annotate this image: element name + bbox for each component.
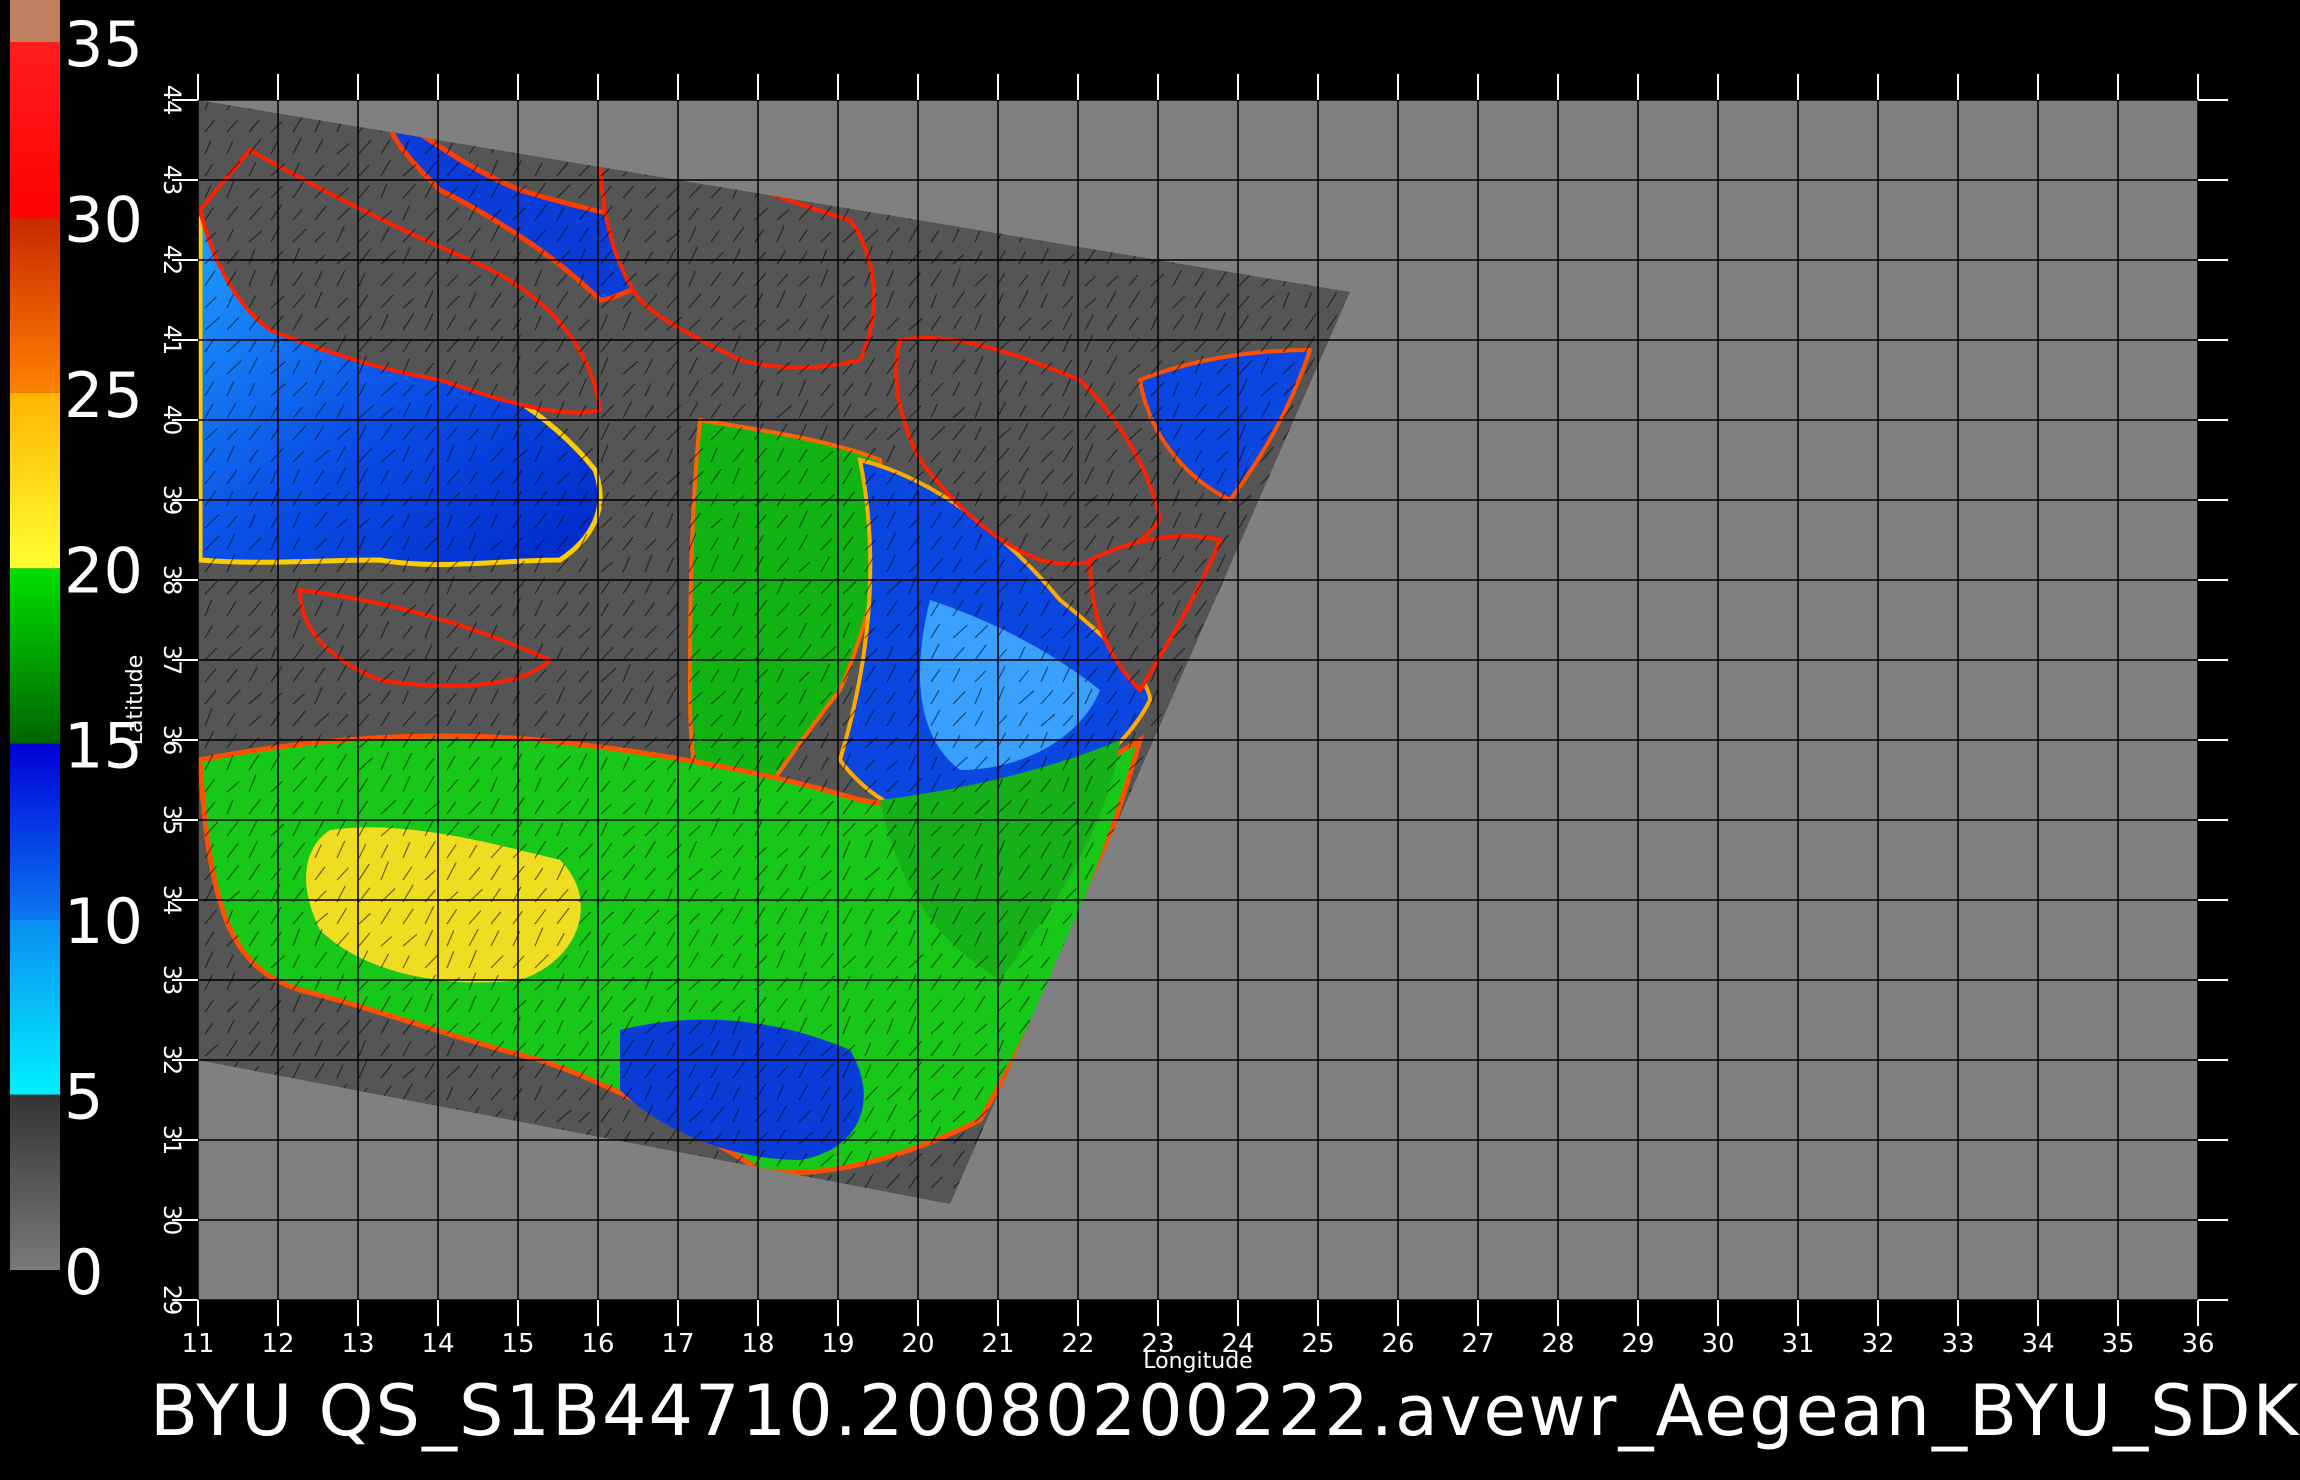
lat-tick-label: 37	[158, 645, 186, 676]
colorbar-tick-label: 25	[64, 359, 143, 432]
colorbar-cap	[10, 0, 60, 42]
lon-tick-label: 31	[1781, 1329, 1814, 1359]
lat-tick-label: 38	[158, 565, 186, 596]
lon-tick-label: 35	[2101, 1329, 2134, 1359]
colorbar-band	[10, 743, 60, 920]
lon-tick-label: 17	[661, 1329, 694, 1359]
lon-tick-label: 25	[1301, 1329, 1334, 1359]
lat-tick-label: 32	[158, 1045, 186, 1076]
colorbar-band	[10, 392, 60, 569]
lon-tick-label: 12	[261, 1329, 294, 1359]
product-caption: BYU QS_S1B44710.20080200222.avewr_Aegean…	[150, 1370, 2300, 1452]
lon-tick-label: 28	[1541, 1329, 1574, 1359]
wind-speed-colorbar: 05101520253035	[10, 0, 143, 1309]
lat-tick-label: 39	[158, 485, 186, 516]
lat-tick-label: 29	[158, 1285, 186, 1316]
lon-tick-label: 18	[741, 1329, 774, 1359]
lat-tick-label: 42	[158, 245, 186, 276]
lat-tick-label: 34	[158, 885, 186, 916]
colorbar-band	[10, 568, 60, 744]
colorbar-tick-label: 30	[64, 183, 143, 256]
colorbar-tick-label: 5	[64, 1061, 103, 1134]
colorbar-tick-label: 20	[64, 534, 143, 607]
lat-tick-label: 31	[158, 1125, 186, 1156]
colorbar-tick-label: 0	[64, 1236, 103, 1309]
lon-tick-label: 33	[1941, 1329, 1974, 1359]
lat-tick-label: 33	[158, 965, 186, 996]
lat-tick-label: 41	[158, 325, 186, 356]
lon-tick-label: 21	[981, 1329, 1014, 1359]
lat-tick-label: 36	[158, 725, 186, 756]
lat-tick-label: 40	[158, 405, 186, 436]
lon-tick-label: 30	[1701, 1329, 1734, 1359]
lon-tick-label: 20	[901, 1329, 934, 1359]
colorbar-tick-label: 35	[64, 8, 143, 81]
lat-tick-label: 35	[158, 805, 186, 836]
lon-tick-label: 26	[1381, 1329, 1414, 1359]
lon-tick-label: 29	[1621, 1329, 1654, 1359]
lon-tick-label: 22	[1061, 1329, 1094, 1359]
lon-tick-label: 19	[821, 1329, 854, 1359]
y-axis-title: Latitude	[123, 655, 148, 746]
lat-tick-label: 30	[158, 1205, 186, 1236]
lon-tick-label: 34	[2021, 1329, 2054, 1359]
lat-tick-label: 43	[158, 165, 186, 196]
scatterometer-wind-map: 05101520253035 11 12 13 14 15 16 17 18 1…	[10, 0, 2228, 1374]
lon-tick-label: 15	[501, 1329, 534, 1359]
colorbar-band	[10, 1094, 60, 1270]
lat-tick-label: 44	[158, 85, 186, 116]
lon-tick-label: 13	[341, 1329, 374, 1359]
colorbar-band	[10, 919, 60, 1095]
colorbar-band	[10, 217, 60, 393]
colorbar-band	[10, 42, 60, 218]
latitude-tick-labels: 29 30 31 32 33 34 35 36 37 38 39 40 41 42 43 44	[158, 85, 186, 1316]
lon-tick-label: 16	[581, 1329, 614, 1359]
lon-tick-label: 27	[1461, 1329, 1494, 1359]
lon-tick-label: 14	[421, 1329, 454, 1359]
lon-tick-label: 32	[1861, 1329, 1894, 1359]
lon-tick-label: 11	[181, 1329, 214, 1359]
colorbar-tick-label: 10	[64, 885, 143, 958]
lon-tick-label: 36	[2181, 1329, 2214, 1359]
